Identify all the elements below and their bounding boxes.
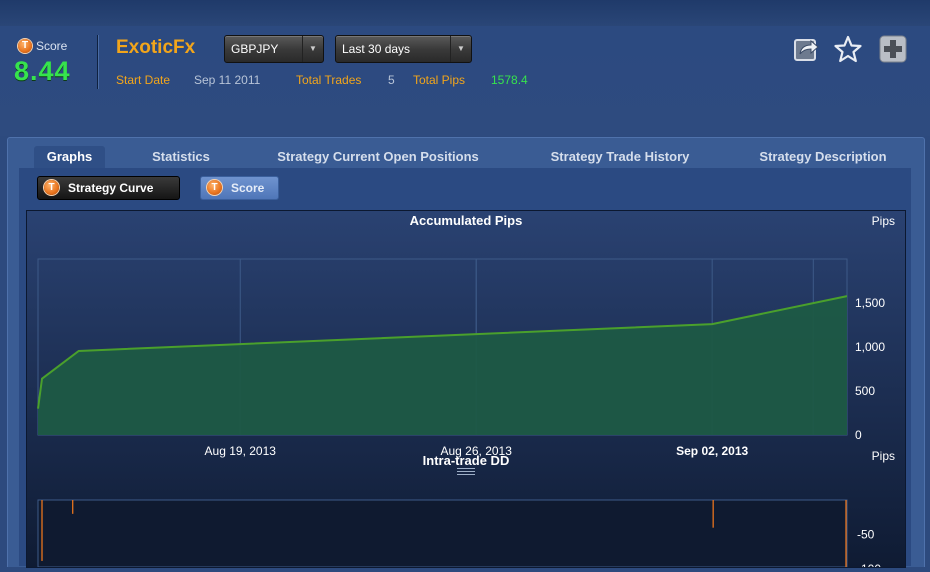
- start-date-label: Start Date: [116, 73, 170, 87]
- accumulated-pips-title: Accumulated Pips: [410, 213, 523, 228]
- tab-open-positions[interactable]: Strategy Current Open Positions: [258, 146, 498, 168]
- share-icon[interactable]: [793, 35, 821, 63]
- add-icon[interactable]: [879, 35, 907, 63]
- tab-statistics[interactable]: Statistics: [140, 146, 222, 168]
- tab-graphs[interactable]: Graphs: [34, 146, 105, 168]
- score-icon: T: [18, 39, 32, 53]
- star-icon[interactable]: [834, 35, 862, 63]
- period-select[interactable]: Last 30 days ▼: [335, 35, 472, 63]
- dd-y-tick-label: -50: [857, 528, 875, 542]
- total-pips-value: 1578.4: [491, 73, 528, 87]
- dd-y-tick-label: -100: [857, 562, 881, 567]
- chart-container: 05001,0001,500Aug 19, 2013Aug 26, 2013Se…: [26, 210, 906, 568]
- tab-description[interactable]: Strategy Description: [745, 146, 901, 168]
- x-tick-label: Sep 02, 2013: [676, 444, 748, 458]
- dd-chart: -50 -100: [38, 500, 881, 567]
- y-tick-label: 1,500: [855, 296, 885, 310]
- pair-select[interactable]: GBPJPY ▼: [224, 35, 324, 63]
- pair-select-value: GBPJPY: [231, 42, 278, 56]
- score-label: Score: [36, 39, 67, 53]
- y-tick-label: 0: [855, 428, 862, 442]
- score-value: 8.44: [14, 56, 71, 87]
- total-trades-value: 5: [388, 73, 395, 87]
- period-select-value: Last 30 days: [342, 42, 410, 56]
- charts-svg: 05001,0001,500Aug 19, 2013Aug 26, 2013Se…: [27, 211, 905, 567]
- chevron-down-icon: ▼: [450, 36, 471, 62]
- dd-axis-label: Pips: [872, 449, 895, 463]
- y-tick-label: 500: [855, 384, 875, 398]
- start-date-value: Sep 11 2011: [194, 73, 260, 87]
- chevron-down-icon: ▼: [302, 36, 323, 62]
- score-button[interactable]: T Score: [200, 176, 279, 200]
- y-tick-label: 1,000: [855, 340, 885, 354]
- total-trades-label: Total Trades: [296, 73, 361, 87]
- strategy-curve-icon: T: [44, 180, 59, 195]
- x-tick-label: Aug 19, 2013: [205, 444, 277, 458]
- strategy-name: ExoticFx: [116, 37, 195, 59]
- score-button-label: Score: [231, 181, 264, 195]
- score-curve-icon: T: [207, 180, 222, 195]
- strategy-curve-label: Strategy Curve: [68, 181, 153, 195]
- header-divider: [97, 35, 98, 89]
- strategy-curve-button[interactable]: T Strategy Curve: [37, 176, 180, 200]
- dd-plot-frame: [38, 500, 847, 567]
- total-pips-label: Total Pips: [413, 73, 465, 87]
- top-strip: [0, 0, 930, 27]
- intra-trade-dd-title: Intra-trade DD: [423, 453, 510, 468]
- tab-trade-history[interactable]: Strategy Trade History: [534, 146, 706, 168]
- pips-axis-label: Pips: [872, 214, 895, 228]
